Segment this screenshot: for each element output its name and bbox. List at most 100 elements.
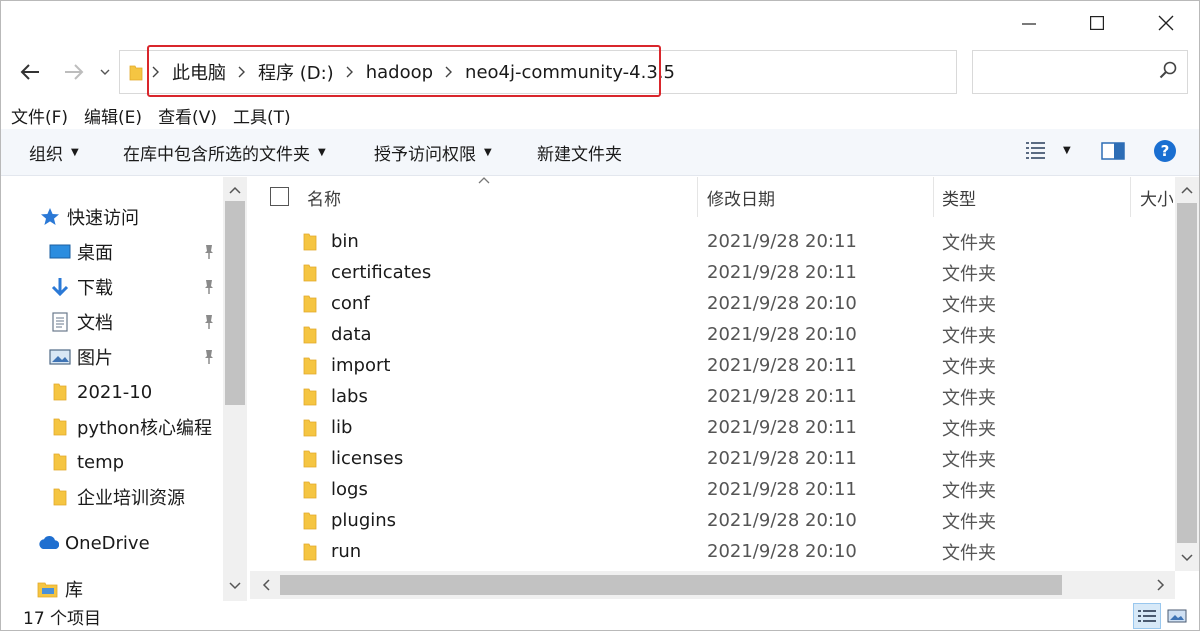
table-row[interactable]: conf 2021/9/28 20:10 文件夹 <box>250 288 1173 319</box>
breadcrumb-hadoop[interactable]: hadoop <box>360 62 439 83</box>
table-row[interactable]: data 2021/9/28 20:10 文件夹 <box>250 319 1173 350</box>
chevron-left-icon[interactable] <box>252 571 280 599</box>
scrollbar-thumb[interactable] <box>225 201 245 405</box>
include-in-library-button[interactable]: 在库中包含所选的文件夹 ▼ <box>123 129 326 176</box>
large-icons-view-toggle[interactable] <box>1163 603 1191 629</box>
column-size[interactable]: 大小 <box>1140 177 1173 217</box>
pin-icon[interactable] <box>201 242 217 262</box>
column-type[interactable]: 类型 <box>942 177 976 217</box>
chevron-down-icon[interactable] <box>223 575 247 597</box>
file-name: run <box>331 541 362 562</box>
file-type: 文件夹 <box>942 387 996 409</box>
pin-icon[interactable] <box>201 312 217 332</box>
column-name[interactable]: 名称 <box>307 177 341 217</box>
organize-button[interactable]: 组织 ▼ <box>29 129 79 176</box>
table-row[interactable]: labs 2021/9/28 20:11 文件夹 <box>250 381 1173 412</box>
nav-item-training[interactable]: 企业培训资源 <box>49 481 185 513</box>
select-all-checkbox[interactable] <box>270 187 289 206</box>
caret-down-icon: ▼ <box>1063 144 1071 156</box>
folder-icon <box>126 51 146 93</box>
column-modified[interactable]: 修改日期 <box>707 177 775 217</box>
nav-item-desktop[interactable]: 桌面 <box>49 236 113 268</box>
chevron-right-icon[interactable] <box>439 51 459 93</box>
nav-quick-access[interactable]: 快速访问 <box>39 201 139 233</box>
star-icon <box>39 206 61 228</box>
folder-icon <box>303 481 317 499</box>
status-bar: 17 个项目 <box>1 601 1199 631</box>
menu-tools[interactable]: 工具(T) <box>233 103 291 128</box>
minimize-button[interactable] <box>1006 1 1052 45</box>
nav-item-python[interactable]: python核心编程 <box>49 411 212 443</box>
table-row[interactable]: import 2021/9/28 20:11 文件夹 <box>250 350 1173 381</box>
table-row[interactable]: bin 2021/9/28 20:11 文件夹 <box>250 226 1173 257</box>
menu-view[interactable]: 查看(V) <box>158 103 217 128</box>
breadcrumb-this-pc[interactable]: 此电脑 <box>166 59 232 85</box>
nav-item-downloads[interactable]: 下载 <box>49 271 113 303</box>
search-icon[interactable] <box>1159 61 1185 84</box>
table-row[interactable]: run 2021/9/28 20:10 文件夹 <box>250 536 1173 567</box>
file-modified: 2021/9/28 20:11 <box>707 262 857 283</box>
address-bar[interactable]: 此电脑 程序 (D:) hadoop neo4j-community-4.3.5 <box>119 50 1063 94</box>
file-modified: 2021/9/28 20:11 <box>707 448 857 469</box>
file-name: licenses <box>331 448 404 469</box>
chevron-right-icon[interactable] <box>232 51 252 93</box>
file-type: 文件夹 <box>942 418 996 440</box>
breadcrumb-neo4j[interactable]: neo4j-community-4.3.5 <box>459 62 681 83</box>
scrollbar-thumb[interactable] <box>280 575 1062 595</box>
desktop-icon <box>49 241 71 263</box>
grant-access-button[interactable]: 授予访问权限 ▼ <box>374 129 492 176</box>
folder-icon <box>303 295 317 313</box>
chevron-down-icon[interactable] <box>1175 547 1199 569</box>
pin-icon[interactable] <box>201 347 217 367</box>
file-type: 文件夹 <box>942 294 996 316</box>
table-row[interactable]: plugins 2021/9/28 20:10 文件夹 <box>250 505 1173 536</box>
view-options-button[interactable]: ▼ <box>1025 140 1071 160</box>
breadcrumb-drive-d[interactable]: 程序 (D:) <box>252 59 340 85</box>
file-list-horizontal-scrollbar[interactable] <box>250 571 1175 599</box>
search-input[interactable] <box>972 50 1188 94</box>
menu-edit[interactable]: 编辑(E) <box>84 103 142 128</box>
file-type: 文件夹 <box>942 511 996 533</box>
document-icon <box>49 311 71 333</box>
nav-quick-access-label: 快速访问 <box>67 208 139 229</box>
chevron-right-icon[interactable] <box>146 51 166 93</box>
help-button[interactable]: ? <box>1154 140 1176 162</box>
chevron-up-icon[interactable] <box>1175 179 1199 201</box>
scrollbar-thumb[interactable] <box>1177 203 1197 543</box>
file-type: 文件夹 <box>942 542 996 564</box>
pin-icon[interactable] <box>201 277 217 297</box>
folder-icon <box>49 416 71 438</box>
nav-item-pictures[interactable]: 图片 <box>49 341 113 373</box>
nav-onedrive[interactable]: OneDrive <box>37 527 150 559</box>
table-row[interactable]: licenses 2021/9/28 20:11 文件夹 <box>250 443 1173 474</box>
nav-item-label: 企业培训资源 <box>77 488 185 509</box>
nav-pane-scrollbar[interactable] <box>223 177 247 601</box>
menu-file[interactable]: 文件(F) <box>11 103 68 128</box>
nav-item-label: temp <box>77 451 125 473</box>
column-divider[interactable] <box>1130 177 1131 217</box>
column-divider[interactable] <box>933 177 934 217</box>
recent-locations-button[interactable] <box>93 55 117 89</box>
chevron-up-icon[interactable] <box>223 179 247 201</box>
file-list-vertical-scrollbar[interactable] <box>1175 177 1199 571</box>
preview-pane-button[interactable] <box>1101 142 1125 165</box>
column-divider[interactable] <box>697 177 698 217</box>
new-folder-button[interactable]: 新建文件夹 <box>537 129 622 176</box>
nav-item-2021-10[interactable]: 2021-10 <box>49 376 152 408</box>
maximize-button[interactable] <box>1074 1 1120 45</box>
close-button[interactable] <box>1143 1 1189 45</box>
chevron-right-icon[interactable] <box>340 51 360 93</box>
nav-item-label: 文档 <box>77 313 113 334</box>
nav-library[interactable]: 库 <box>37 573 83 601</box>
table-row[interactable]: logs 2021/9/28 20:11 文件夹 <box>250 474 1173 505</box>
cloud-icon <box>37 532 59 554</box>
details-view-toggle[interactable] <box>1133 603 1161 629</box>
table-row[interactable]: lib 2021/9/28 20:11 文件夹 <box>250 412 1173 443</box>
details-view-icon <box>1026 142 1045 159</box>
nav-item-temp[interactable]: temp <box>49 446 124 478</box>
nav-item-documents[interactable]: 文档 <box>49 306 113 338</box>
back-button[interactable] <box>13 55 47 89</box>
forward-button[interactable] <box>57 55 91 89</box>
chevron-right-icon[interactable] <box>1147 571 1175 599</box>
table-row[interactable]: certificates 2021/9/28 20:11 文件夹 <box>250 257 1173 288</box>
